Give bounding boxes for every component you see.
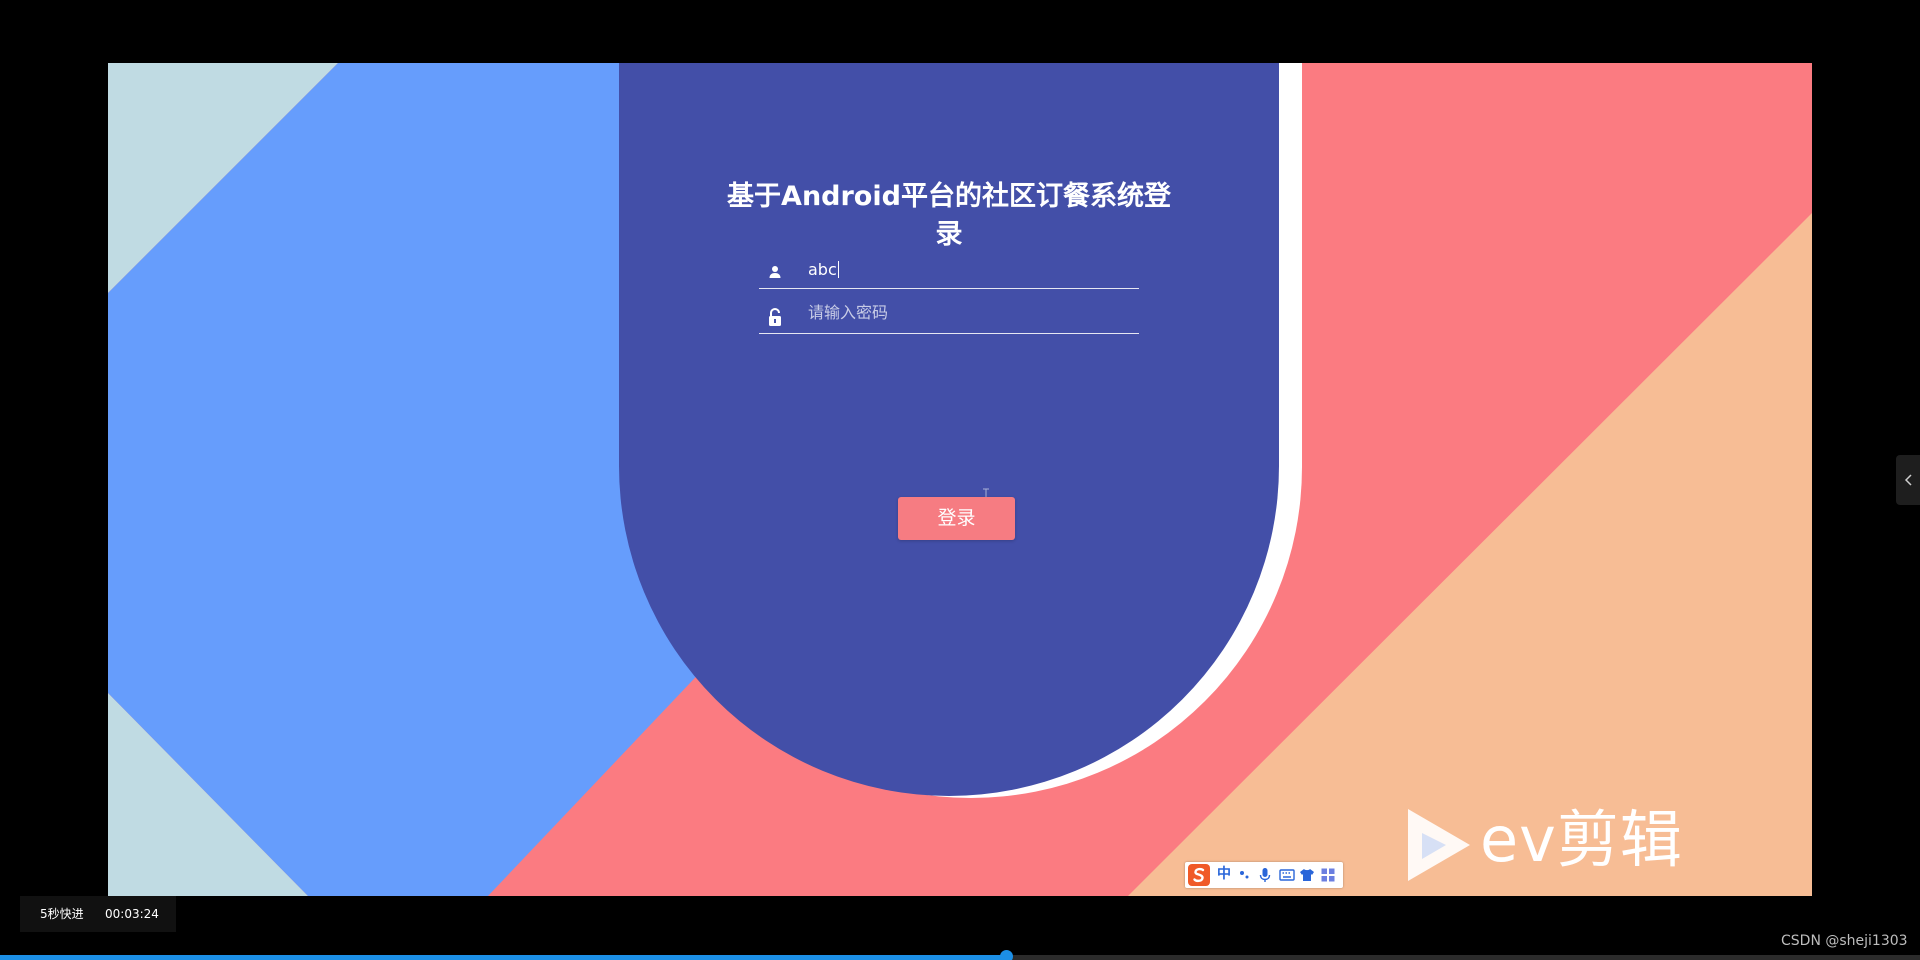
screen: 基于Android平台的社区订餐系统登录 abc 请输入密码 登录 ev剪辑 中… [0,0,1920,960]
ime-mode-label[interactable]: 中 [1217,865,1231,883]
toolbox-icon[interactable] [1320,867,1336,883]
username-value: abc [808,260,839,279]
page-title: 基于Android平台的社区订餐系统登录 [727,181,1171,250]
progress-thumb[interactable] [1000,950,1014,960]
side-panel-toggle[interactable] [1896,455,1920,505]
username-field[interactable]: abc [759,250,1139,504]
login-button[interactable]: 登录 [898,497,1015,540]
user-icon [769,266,781,278]
skip-forward-button[interactable]: 5秒快进 [40,907,84,921]
progress-bar[interactable] [0,950,1920,960]
sogou-logo-icon[interactable] [1188,864,1210,886]
text-caret [837,261,839,278]
login-card: 基于Android平台的社区订餐系统登录 abc 请输入密码 登录 [619,63,1279,796]
player-controls: 5秒快进 00:03:24 [20,896,176,932]
punctuation-icon[interactable] [1237,867,1253,883]
watermark-text: ev剪辑 [1480,803,1683,876]
microphone-icon[interactable] [1257,867,1273,883]
lock-icon [769,307,781,326]
ime-toolbar[interactable]: 中 [1185,862,1343,888]
video-frame: 基于Android平台的社区订餐系统登录 abc 请输入密码 登录 ev剪辑 中 [108,63,1812,896]
csdn-credit: CSDN @sheji1303 [1781,933,1908,949]
password-field[interactable]: 请输入密码 [759,295,1139,334]
chevron-left-icon [1904,474,1912,486]
password-placeholder: 请输入密码 [808,303,889,322]
keyboard-icon[interactable] [1279,867,1295,883]
current-time: 00:03:24 [105,907,159,921]
skin-icon[interactable] [1299,867,1315,883]
ev-watermark: ev剪辑 [1398,803,1738,893]
play-icon [1408,809,1470,881]
progress-fill [0,955,1007,960]
